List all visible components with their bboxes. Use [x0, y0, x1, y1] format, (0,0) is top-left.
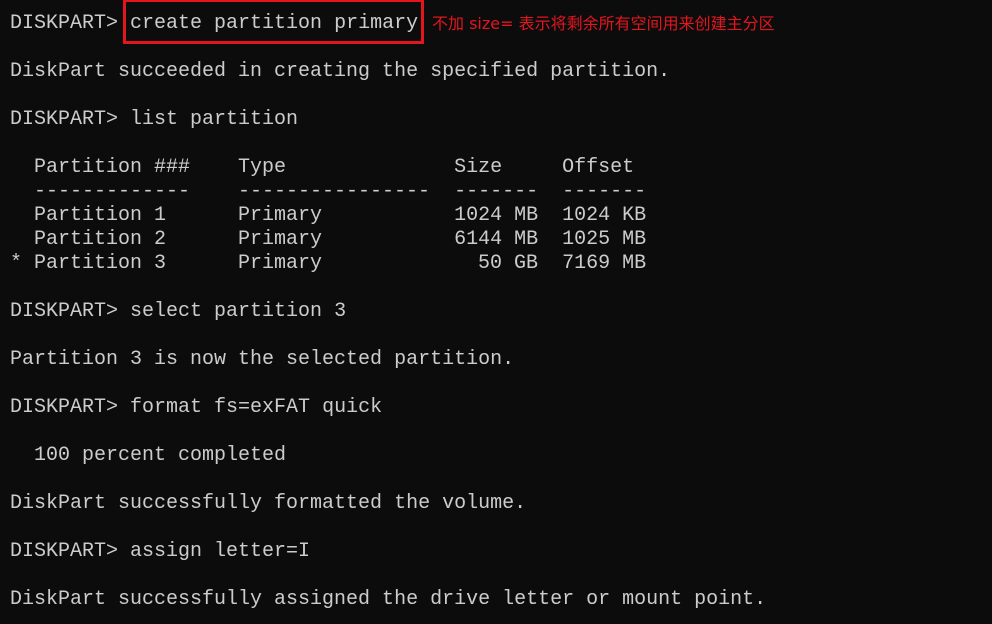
command-line: DISKPART> list partition — [10, 108, 766, 132]
command-line: DISKPART> select partition 3 — [10, 300, 766, 324]
output-line: DiskPart succeeded in creating the speci… — [10, 60, 671, 83]
header-offset: Offset — [562, 156, 635, 179]
prompt: DISKPART> — [10, 300, 131, 323]
selected-marker — [10, 228, 34, 252]
annotation: 不加 size= 表示将剩余所有空间用来创建主分区 — [432, 14, 775, 33]
table-header: Partition ### Type Size Offset — [10, 156, 766, 180]
prompt: DISKPART> — [10, 108, 131, 131]
cell-offset: 1025 MB — [562, 228, 647, 251]
cell-size: 1024 MB — [454, 204, 539, 227]
cell-partition: Partition 3 — [34, 252, 167, 275]
cell-size: 6144 MB — [454, 228, 539, 251]
prompt: DISKPART> — [10, 540, 131, 563]
output-line: Partition 3 is now the selected partitio… — [10, 348, 515, 371]
divider: ------------- — [34, 180, 191, 203]
cell-size: 50 GB — [478, 252, 539, 275]
cell-type: Primary — [238, 204, 323, 227]
table-row: * Partition 3 Primary 50 GB 7169 MB — [10, 252, 766, 276]
cell-type: Primary — [238, 228, 323, 251]
output-line: 100 percent completed — [10, 444, 287, 467]
terminal-output[interactable]: DISKPART> create partition primary 不加 siz… — [10, 12, 775, 612]
command: list partition — [130, 108, 299, 131]
divider: ------- — [454, 180, 539, 203]
cell-partition: Partition 2 — [34, 228, 167, 251]
cell-partition: Partition 1 — [34, 204, 167, 227]
header-size: Size — [454, 156, 503, 179]
cell-offset: 7169 MB — [562, 252, 647, 275]
cell-offset: 1024 KB — [562, 204, 647, 227]
command: assign letter=I — [130, 540, 311, 563]
table-row: Partition 2 Primary 6144 MB 1025 MB — [10, 228, 766, 252]
output-line: DiskPart successfully formatted the volu… — [10, 492, 527, 515]
header-partition: Partition ### — [34, 156, 191, 179]
command: format fs=exFAT quick — [130, 396, 383, 419]
table-divider: ------------- ---------------- ------- ----… — [10, 180, 766, 204]
cell-type: Primary — [238, 252, 323, 275]
selected-marker — [10, 204, 34, 228]
highlighted-command: create partition primary — [130, 12, 419, 35]
selected-marker: * — [10, 252, 23, 275]
output-line: DiskPart successfully assigned the drive… — [10, 588, 767, 611]
command-line: DISKPART> assign letter=I — [10, 540, 766, 564]
divider: ------- — [562, 180, 647, 203]
prompt: DISKPART> — [10, 396, 131, 419]
divider: ---------------- — [238, 180, 431, 203]
header-type: Type — [238, 156, 287, 179]
command-line: DISKPART> format fs=exFAT quick — [10, 396, 766, 420]
prompt: DISKPART> — [10, 12, 131, 35]
command: select partition 3 — [130, 300, 347, 323]
command-line: DISKPART> create partition primary 不加 siz… — [10, 12, 775, 36]
table-row: Partition 1 Primary 1024 MB 1024 KB — [10, 204, 766, 228]
